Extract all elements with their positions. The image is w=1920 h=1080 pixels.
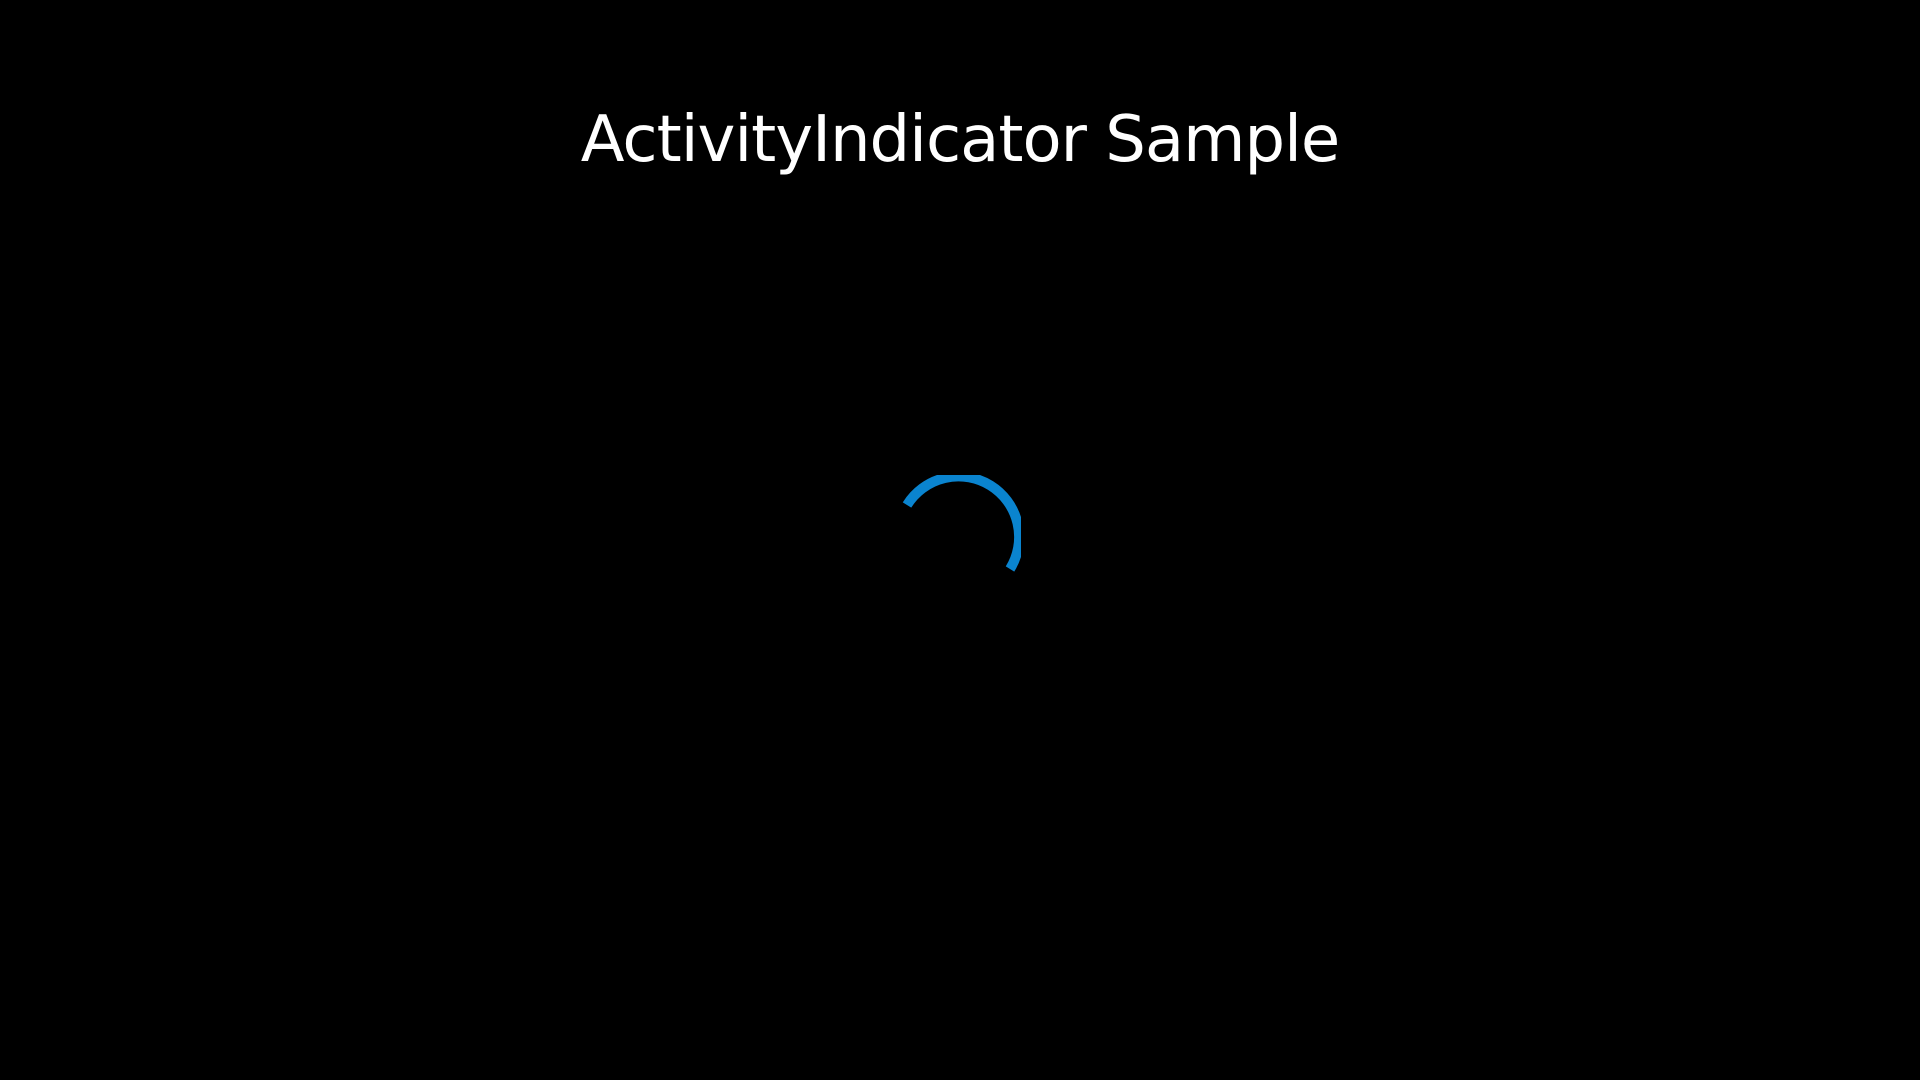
activity-indicator (899, 475, 1021, 597)
page-title: ActivityIndicator Sample (580, 103, 1340, 177)
spinner-icon (902, 475, 1021, 572)
app-window: ActivityIndicator Sample (0, 0, 1920, 1080)
spinner-arc (902, 475, 1021, 572)
